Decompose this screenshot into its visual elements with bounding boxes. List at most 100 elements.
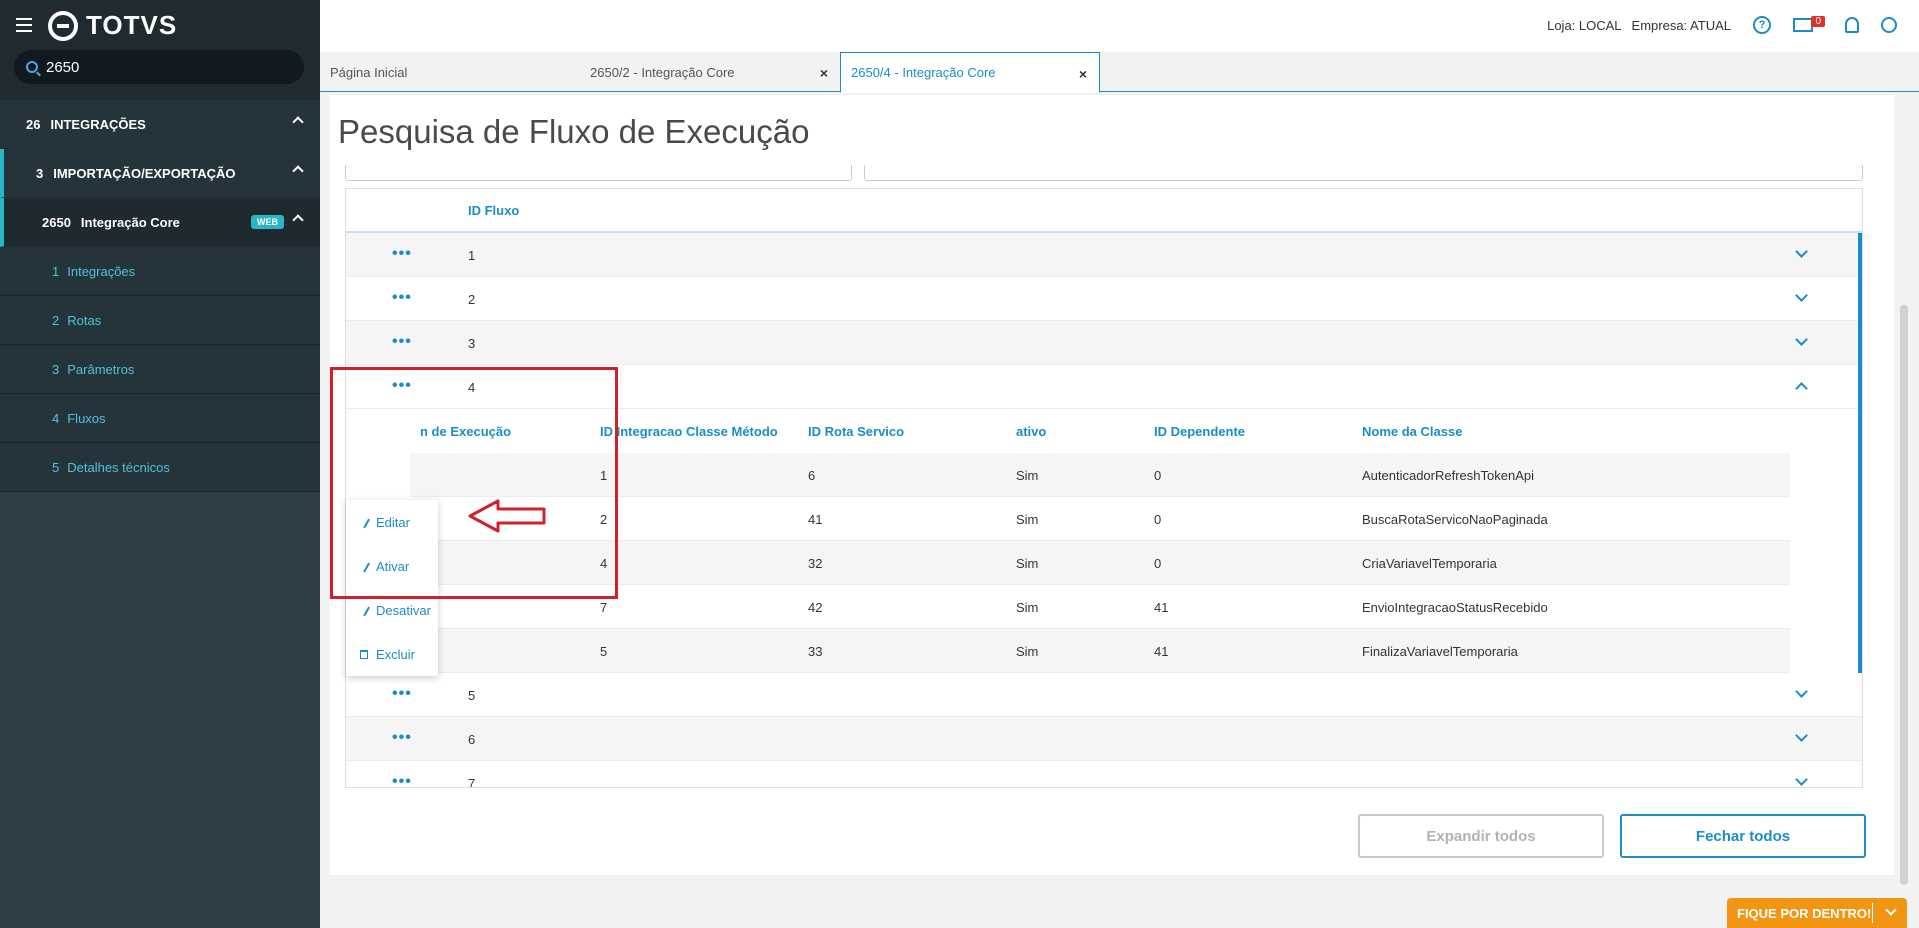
chevron-up-icon bbox=[292, 165, 304, 177]
tab-2650-4[interactable]: 2650/4 - Integração Core × bbox=[840, 52, 1100, 93]
row-id: 7 bbox=[468, 776, 476, 787]
column-header[interactable]: ID Dependente bbox=[1154, 424, 1245, 439]
table-row[interactable]: ••• 6 bbox=[346, 717, 1862, 761]
expand-all-button[interactable]: Expandir todos bbox=[1358, 814, 1604, 858]
cell: EnvioIntegracaoStatusRecebido bbox=[1362, 600, 1548, 615]
cell: Sim bbox=[1016, 468, 1039, 483]
logo-icon bbox=[48, 10, 78, 41]
separator bbox=[1872, 903, 1873, 923]
filter-input-right[interactable] bbox=[864, 165, 1863, 181]
column-header[interactable]: Nome da Classe bbox=[1362, 424, 1462, 439]
table-row[interactable]: ••• 3 bbox=[346, 321, 1862, 365]
sidebar-item-fluxos[interactable]: 4 Fluxos bbox=[0, 394, 320, 443]
sidebar-item-integracoes[interactable]: 1 Integrações bbox=[0, 247, 320, 296]
cell: 7 bbox=[600, 600, 608, 615]
menu-group-importacao[interactable]: 3 IMPORTAÇÃO/EXPORTAÇÃO bbox=[0, 149, 320, 198]
bell-icon[interactable] bbox=[1845, 17, 1859, 33]
menu-label: INTEGRAÇÕES bbox=[50, 116, 146, 132]
page-scrollbar[interactable] bbox=[1894, 95, 1919, 885]
row-actions-icon[interactable]: ••• bbox=[392, 333, 412, 351]
scrollbar-thumb[interactable] bbox=[1900, 305, 1908, 885]
row-id: 2 bbox=[468, 292, 476, 307]
chevron-down-icon[interactable] bbox=[1795, 729, 1808, 742]
menu-label: Rotas bbox=[67, 312, 102, 328]
tab-label: 2650/4 - Integração Core bbox=[851, 65, 996, 80]
column-header[interactable]: ID Rota Servico bbox=[808, 424, 904, 439]
table-row[interactable]: 5 5 33 Sim 41 FinalizaVariavelTemporaria bbox=[410, 629, 1790, 673]
chevron-down-icon[interactable] bbox=[1795, 289, 1808, 302]
chevron-up-icon bbox=[292, 116, 304, 128]
company-indicator[interactable]: Empresa: ATUAL bbox=[1632, 18, 1731, 33]
menu-item-label: Desativar bbox=[376, 602, 431, 618]
search-input[interactable] bbox=[46, 58, 286, 76]
cell: 41 bbox=[1154, 644, 1169, 659]
row-actions-icon[interactable]: ••• bbox=[392, 685, 412, 703]
hamburger-menu-icon[interactable] bbox=[16, 18, 32, 32]
row-actions-icon[interactable]: ••• bbox=[392, 245, 412, 263]
sidebar-item-detalhes-tecnicos[interactable]: 5 Detalhes técnicos bbox=[0, 443, 320, 492]
cell: 6 bbox=[808, 468, 816, 483]
row-actions-icon[interactable]: ••• bbox=[392, 773, 412, 787]
chevron-up-icon bbox=[292, 214, 304, 226]
menu-num: 1 bbox=[52, 263, 60, 279]
menu-group-integracao-core[interactable]: 2650 Integração Core WEB bbox=[0, 198, 320, 247]
tab-label: Página Inicial bbox=[330, 64, 408, 80]
menu-label: Parâmetros bbox=[67, 361, 135, 377]
menu-search[interactable] bbox=[14, 50, 304, 84]
chevron-down-icon[interactable] bbox=[1885, 904, 1897, 916]
user-icon[interactable] bbox=[1881, 17, 1897, 33]
table-row[interactable]: ••• 1 bbox=[346, 233, 1862, 277]
row-actions-icon[interactable]: ••• bbox=[392, 729, 412, 747]
column-header[interactable]: ativo bbox=[1016, 424, 1046, 439]
cell: 32 bbox=[808, 556, 823, 571]
menu-label: Integrações bbox=[67, 263, 136, 279]
fique-por-dentro-banner[interactable]: FIQUE POR DENTRO! bbox=[1727, 898, 1907, 928]
close-all-button[interactable]: Fechar todos bbox=[1620, 814, 1866, 858]
tab-2650-2[interactable]: 2650/2 - Integração Core × bbox=[580, 52, 840, 92]
tab-label: 2650/2 - Integração Core bbox=[590, 64, 735, 80]
chevron-up-icon[interactable] bbox=[1795, 382, 1808, 395]
chevron-down-icon[interactable] bbox=[1795, 333, 1808, 346]
totvs-logo[interactable]: TOTVS bbox=[48, 10, 177, 41]
menu-num: 4 bbox=[52, 410, 60, 426]
page-title: Pesquisa de Fluxo de Execução bbox=[338, 113, 810, 150]
cell: 0 bbox=[1154, 468, 1162, 483]
sidebar-item-parametros[interactable]: 3 Parâmetros bbox=[0, 345, 320, 394]
filter-input-left[interactable] bbox=[345, 165, 852, 181]
column-header-id-fluxo[interactable]: ID Fluxo bbox=[468, 203, 519, 218]
sidebar-item-rotas[interactable]: 2 Rotas bbox=[0, 296, 320, 345]
menu-num: 2 bbox=[52, 312, 60, 328]
menu-num: 2650 bbox=[42, 214, 71, 230]
cell: 41 bbox=[808, 512, 823, 527]
search-icon bbox=[26, 61, 38, 73]
cell: CriaVariavelTemporaria bbox=[1362, 556, 1497, 571]
chevron-down-icon[interactable] bbox=[1795, 685, 1808, 698]
annotation-highlight-box bbox=[330, 367, 618, 599]
row-id: 5 bbox=[468, 688, 476, 703]
row-actions-icon[interactable]: ••• bbox=[392, 289, 412, 307]
row-id: 6 bbox=[468, 732, 476, 747]
pencil-icon bbox=[358, 603, 370, 617]
close-icon[interactable]: × bbox=[820, 65, 828, 81]
close-icon[interactable]: × bbox=[1079, 66, 1087, 82]
cell: Sim bbox=[1016, 512, 1039, 527]
annotation-arrow-icon bbox=[468, 499, 546, 533]
tab-pagina-inicial[interactable]: Página Inicial bbox=[320, 52, 520, 92]
trash-icon bbox=[360, 649, 368, 659]
top-bar-actions: Loja: LOCAL Empresa: ATUAL ? 0 bbox=[1547, 16, 1897, 34]
help-icon[interactable]: ? bbox=[1753, 16, 1771, 34]
table-scrollbar[interactable] bbox=[1858, 233, 1862, 673]
mail-icon[interactable]: 0 bbox=[1793, 16, 1825, 32]
table-row[interactable]: ••• 7 bbox=[346, 761, 1862, 787]
column-header[interactable]: ID Integracao Classe Método bbox=[600, 424, 778, 439]
menu-item-excluir[interactable]: Excluir bbox=[346, 632, 438, 676]
menu-label: Fluxos bbox=[67, 410, 106, 426]
store-indicator[interactable]: Loja: LOCAL bbox=[1547, 18, 1621, 33]
chevron-down-icon[interactable] bbox=[1795, 773, 1808, 786]
table-row[interactable]: ••• 2 bbox=[346, 277, 1862, 321]
chevron-down-icon[interactable] bbox=[1795, 245, 1808, 258]
table-row[interactable]: ••• 5 bbox=[346, 673, 1862, 717]
menu-num: 26 bbox=[26, 116, 41, 132]
menu-num: 3 bbox=[52, 361, 60, 377]
menu-group-integracoes[interactable]: 26 INTEGRAÇÕES bbox=[0, 100, 320, 149]
